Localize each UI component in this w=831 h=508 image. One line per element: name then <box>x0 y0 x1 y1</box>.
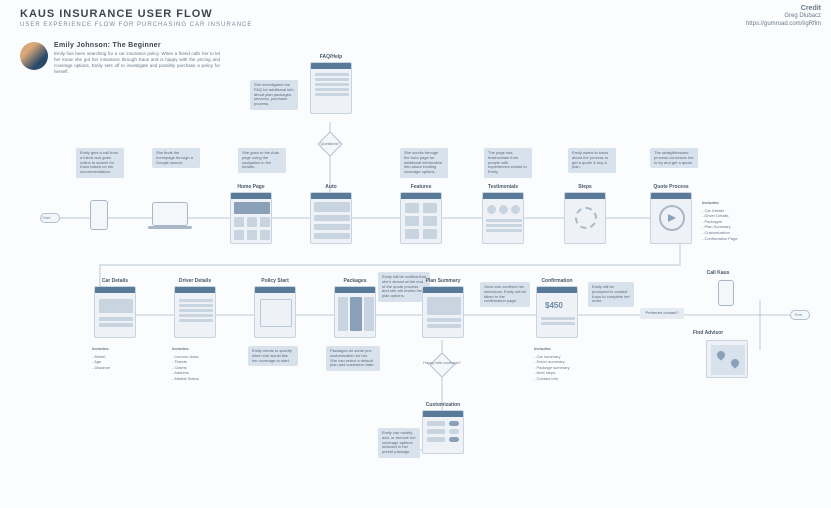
note-r2-1: Emily gets a call from a friend and goes… <box>76 148 124 178</box>
find-label: Find Advisor <box>678 330 738 336</box>
packages-wireframe <box>334 286 376 338</box>
custom-wireframe <box>422 410 464 454</box>
steps-label: Steps <box>555 184 615 190</box>
note-r2-4: She scrolls through the Auto page for ad… <box>400 148 448 178</box>
faq-label: FAQ/Help <box>301 54 361 60</box>
confirm-label: Confirmation <box>527 278 587 284</box>
car-includes: Includes:- Model - Age - Distance <box>92 346 146 370</box>
policy-note: Emily needs to specify when she would li… <box>248 346 298 366</box>
start-label: Start <box>42 215 50 220</box>
plan-right-note: Once she confirms her selections, Emily … <box>480 282 530 307</box>
note-r2-7: The straightforward process convinces he… <box>650 148 698 168</box>
home-wireframe <box>230 192 272 244</box>
confirm-wireframe: $450 <box>536 286 578 338</box>
happy-label: Happy with coverage? <box>422 361 462 365</box>
happy-diamond <box>429 352 454 377</box>
auto-wireframe <box>310 192 352 244</box>
testimonials-label: Testimonials <box>473 184 533 190</box>
end-label: End <box>795 312 802 317</box>
credit-name: Greg Dlubacz <box>746 13 821 21</box>
packages-note: Packages do some pre-customization for h… <box>326 346 380 371</box>
avatar <box>20 42 48 70</box>
persona-block: Emily Johnson: The Beginner Emily has be… <box>20 42 220 74</box>
laptop-base <box>148 226 192 229</box>
note-r2-6: Emily wants to know about the process to… <box>568 148 616 173</box>
car-label: Car Details <box>85 278 145 284</box>
note-r2-5: The page has testimonials from people wi… <box>484 148 532 178</box>
custom-label: Customization <box>413 402 473 408</box>
credit-block: Credit Greg Dlubacz https://gumroad.com/… <box>746 4 821 29</box>
call-label: Call Kaus <box>693 270 743 276</box>
policy-wireframe <box>254 286 296 338</box>
credit-url: https://gumroad.com/l/gRflm <box>746 21 821 29</box>
page-title: KAUS INSURANCE USER FLOW <box>20 8 213 20</box>
home-label: Home Page <box>221 184 281 190</box>
confirm-includes: Includes:- Car summary - Driver summary … <box>534 346 588 382</box>
page-subtitle: USER EXPERIENCE FLOW FOR PURCHASING CAR … <box>20 22 252 28</box>
pref-contact: Preferred contact? <box>640 308 684 319</box>
note-r2-2: She finds the homepage through a Google … <box>152 148 200 168</box>
find-wireframe <box>706 340 748 378</box>
phone-icon <box>90 200 108 230</box>
quote-includes: Includes: - Car Details - Driver Details… <box>702 200 756 241</box>
features-wireframe <box>400 192 442 244</box>
quote-wireframe <box>650 192 692 244</box>
questions-label: Questions? <box>315 142 345 146</box>
auto-label: Auto <box>301 184 361 190</box>
packages-label: Packages <box>325 278 385 284</box>
faq-wireframe <box>310 62 352 114</box>
faq-note: She investigates the FAQ for additional … <box>250 80 298 110</box>
laptop-icon <box>152 202 188 226</box>
policy-label: Policy Start <box>245 278 305 284</box>
plan-wireframe <box>422 286 464 338</box>
features-label: Features <box>391 184 451 190</box>
custom-note: Emily can modify, add, or remove her cov… <box>378 428 420 458</box>
credit-label: Credit <box>746 4 821 13</box>
driver-includes: Includes:- Licence class - Tickets - Cla… <box>172 346 226 382</box>
plan-label: Plan Summary <box>413 278 473 284</box>
persona-desc: Emily has been searching for a car insur… <box>54 51 220 74</box>
confirm-right-note: Emily will be prompted to contact Kaus t… <box>588 282 634 307</box>
car-wireframe <box>94 286 136 338</box>
driver-wireframe <box>174 286 216 338</box>
driver-label: Driver Details <box>165 278 225 284</box>
persona-name: Emily Johnson: The Beginner <box>54 42 220 49</box>
quote-label: Quote Process <box>641 184 701 190</box>
steps-wireframe <box>564 192 606 244</box>
call-phone-icon <box>718 280 734 306</box>
note-r2-3: She goes to the Auto page using the navi… <box>238 148 286 173</box>
testimonials-wireframe <box>482 192 524 244</box>
